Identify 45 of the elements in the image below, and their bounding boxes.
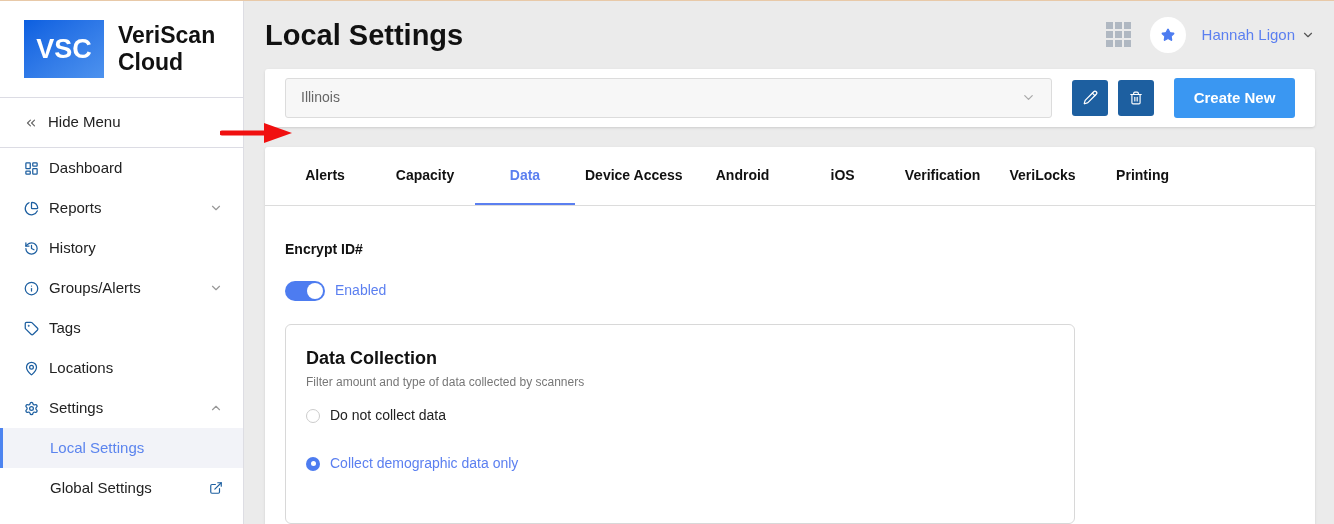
tab[interactable]: Printing — [1092, 147, 1193, 205]
pencil-icon — [1082, 90, 1098, 106]
delete-button[interactable] — [1118, 79, 1154, 116]
avatar[interactable] — [1149, 16, 1186, 53]
location-select[interactable]: Illinois — [285, 77, 1052, 118]
radio-button[interactable] — [306, 408, 320, 423]
brand-name: VeriScan Cloud — [118, 22, 217, 76]
sidebar-item[interactable]: Groups/Alerts — [0, 268, 243, 308]
page-title: Local Settings — [265, 18, 465, 54]
logo: VSC — [24, 20, 104, 78]
tab[interactable]: Alerts — [275, 147, 375, 205]
star-icon — [1160, 27, 1175, 42]
external-link-icon — [209, 481, 223, 495]
tag-icon — [24, 320, 39, 336]
sidebar-item[interactable]: Settings — [0, 388, 243, 428]
radio-option[interactable]: Collect demographic data only — [306, 453, 1054, 474]
toggle-label: Enabled — [335, 281, 387, 300]
tab[interactable]: iOS — [792, 147, 893, 205]
map-pin-icon — [24, 360, 39, 376]
sidebar-item[interactable]: Locations — [0, 348, 243, 388]
sidebar-item[interactable]: Dashboard — [0, 148, 243, 188]
tab[interactable]: Verification — [892, 147, 993, 205]
tab[interactable]: Capacity — [375, 147, 475, 205]
tab[interactable]: Android — [692, 147, 793, 205]
section-subtitle: Filter amount and type of data collected by scanners — [306, 374, 586, 391]
info-icon — [24, 280, 39, 296]
sidebar-item[interactable]: History — [0, 228, 243, 268]
radio-option[interactable]: Do not collect data — [306, 405, 1054, 426]
tab[interactable]: Device Access — [575, 147, 693, 205]
tab[interactable]: VeriLocks — [992, 147, 1093, 205]
trash-icon — [1129, 90, 1143, 105]
sidebar-item[interactable]: Reports — [0, 188, 243, 228]
hide-menu-button[interactable]: Hide Menu — [0, 98, 243, 148]
dashboard-icon — [24, 160, 39, 176]
radio-button[interactable] — [306, 456, 320, 471]
section-title: Data Collection — [306, 347, 439, 370]
edit-button[interactable] — [1072, 79, 1108, 116]
toggle-switch[interactable] — [285, 280, 325, 301]
history-icon — [24, 240, 39, 256]
pie-chart-icon — [24, 200, 39, 216]
field-label: Encrypt ID# — [285, 240, 364, 259]
settings-icon — [24, 400, 39, 416]
sidebar-subitem[interactable]: Global Settings — [0, 468, 243, 508]
sidebar-item[interactable]: Tags — [0, 308, 243, 348]
tab[interactable]: Data — [475, 147, 575, 205]
